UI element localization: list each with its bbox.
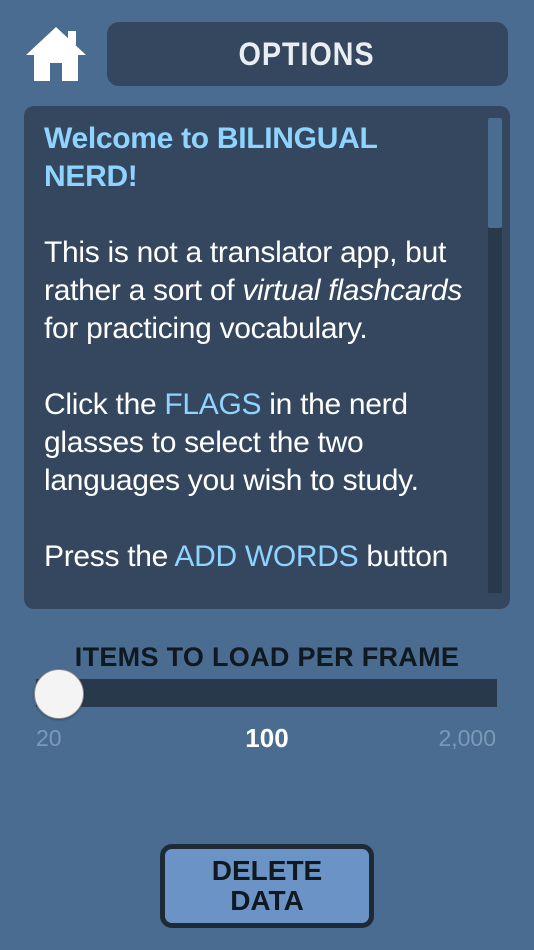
info-panel[interactable]: Welcome to BILINGUAL NERD! This is not a… [24, 106, 510, 609]
items-slider-track[interactable] [36, 679, 497, 707]
items-slider-thumb[interactable] [34, 669, 84, 719]
panel-scrollbar[interactable] [488, 118, 502, 593]
title-bar: OPTIONS [107, 22, 508, 86]
info-text: Welcome to BILINGUAL NERD! This is not a… [44, 120, 464, 596]
info-paragraph-2: Click the FLAGS in the nerd glasses to s… [44, 386, 464, 500]
info-text-run: Click the [44, 388, 165, 421]
info-text-run: button [358, 540, 449, 573]
welcome-heading: Welcome to BILINGUAL NERD! [44, 122, 377, 193]
delete-data-label: DELETE DATA [211, 855, 323, 916]
info-text-run: for practicing vocabulary. [44, 312, 368, 345]
slider-label: ITEMS TO LOAD PER FRAME [74, 642, 460, 672]
page-title: OPTIONS [238, 35, 375, 72]
info-paragraph-3: Press the ADD WORDS button [44, 538, 464, 576]
flags-highlight: FLAGS [164, 388, 262, 421]
delete-data-button[interactable]: DELETE DATA [160, 844, 374, 928]
info-text-italic: virtual flashcards [242, 274, 463, 307]
home-icon [26, 27, 86, 81]
panel-scroll-thumb[interactable] [488, 118, 502, 228]
home-button[interactable] [22, 22, 90, 86]
slider-max-label: 2,000 [438, 725, 496, 751]
add-words-highlight: ADD WORDS [174, 540, 359, 573]
info-text-run: Press the [44, 540, 175, 573]
info-paragraph-1: This is not a translator app, but rather… [44, 234, 464, 348]
